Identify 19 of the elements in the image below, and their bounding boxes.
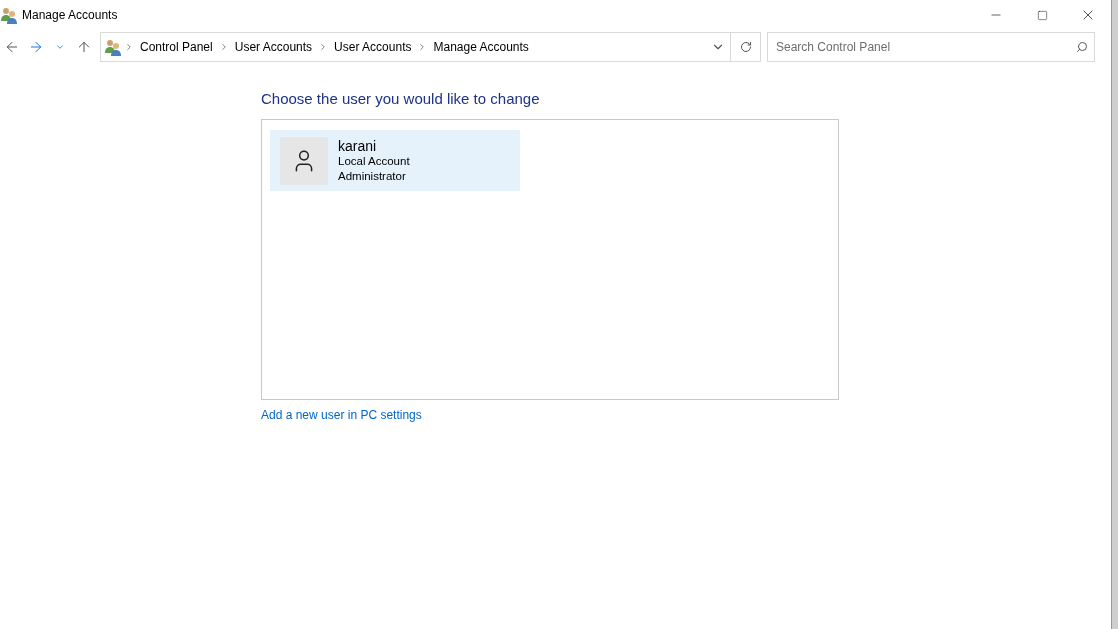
maximize-icon[interactable] — [1036, 9, 1048, 21]
window-title: Manage Accounts — [22, 8, 119, 22]
page-heading: Choose the user you would like to change — [261, 90, 540, 107]
avatar-placeholder — [280, 136, 328, 185]
search-field[interactable]: Search Control Panel — [767, 32, 1095, 62]
breadcrumb[interactable]: Control Panel — [136, 40, 217, 54]
account-name: karani — [338, 137, 378, 154]
forward-arrow-icon[interactable] — [28, 39, 44, 55]
breadcrumb[interactable]: Manage Accounts — [429, 40, 533, 54]
users-icon — [104, 38, 122, 56]
refresh-icon[interactable] — [739, 41, 752, 53]
add-user-link[interactable]: Add a new user in PC settings — [261, 408, 422, 422]
account-type: Local Account — [338, 153, 410, 169]
breadcrumb[interactable]: User Accounts — [330, 40, 416, 54]
users-icon — [0, 6, 18, 24]
address-bar[interactable]: Control Panel User Accounts User Accounts Manage Accounts — [100, 32, 761, 62]
breadcrumb[interactable]: User Accounts — [230, 40, 317, 54]
account-tile[interactable]: karani Local Account Administrator — [270, 130, 520, 191]
account-role: Administrator — [338, 168, 407, 184]
